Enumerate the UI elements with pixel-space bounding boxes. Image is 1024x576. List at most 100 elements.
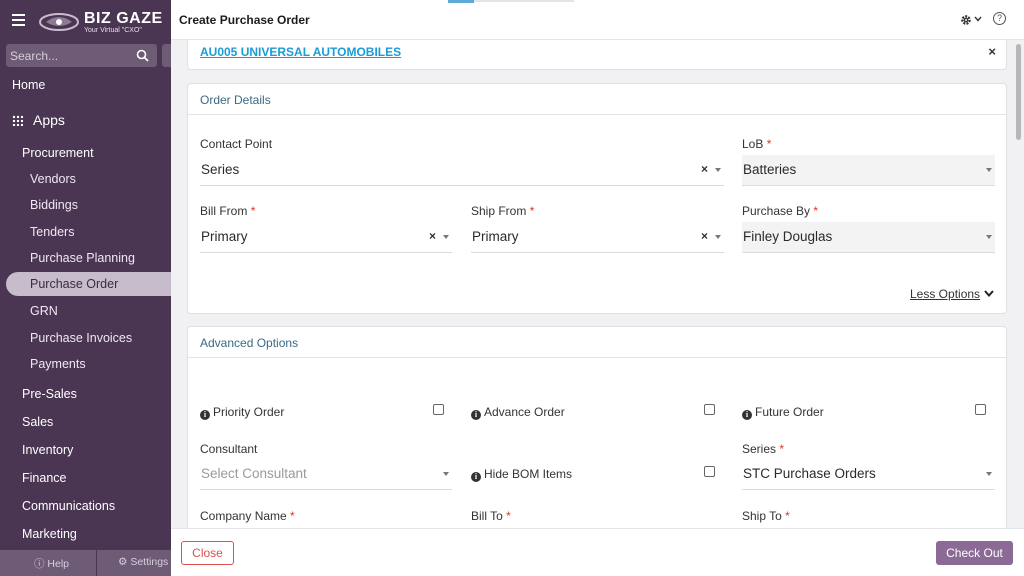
contact-point-label: Contact Point [200,137,273,151]
sidebar: BIZ GAZE Your Virtual "CXO" Home Apps Pr… [0,0,171,576]
clear-icon[interactable]: × [701,229,708,243]
search-icon[interactable] [136,49,149,62]
search-side-button[interactable] [162,44,171,67]
future-order-label: i Future Order [742,405,824,420]
close-icon[interactable]: × [988,44,996,59]
ship-from-value: Primary [472,229,519,244]
page-title: Create Purchase Order [179,13,310,27]
sidebar-item-purchase-order[interactable]: Purchase Order [6,272,171,296]
sidebar-item-pre-sales[interactable]: Pre-Sales [0,387,171,401]
gear-icon[interactable] [960,14,972,26]
purchase-by-label: Purchase By * [742,204,819,218]
series-label: Series * [742,442,785,456]
top-progress-tab [448,0,474,3]
sidebar-header: BIZ GAZE Your Virtual "CXO" [0,0,171,42]
advanced-options-header: Advanced Options [188,327,1006,358]
sidebar-item-marketing[interactable]: Marketing [0,527,171,541]
sidebar-item-purchase-planning[interactable]: Purchase Planning [0,251,171,265]
ship-from-select[interactable]: Primary × [471,222,724,253]
sidebar-item-vendors[interactable]: Vendors [0,172,171,186]
dropdown-arrow-icon[interactable] [443,472,449,476]
content-scrollbar[interactable] [1016,44,1021,140]
ship-from-label: Ship From * [471,204,535,218]
sidebar-item-finance[interactable]: Finance [0,471,171,485]
company-name-label: Company Name * [200,509,295,523]
info-icon: i [471,410,481,420]
sidebar-item-communications[interactable]: Communications [0,499,171,513]
settings-gear-icon: ⚙ [118,556,128,568]
info-icon: i [471,472,481,482]
advance-order-checkbox[interactable] [704,404,715,415]
sidebar-item-procurement[interactable]: Procurement [0,146,171,160]
help-question-icon[interactable]: ? [993,12,1006,25]
dropdown-arrow-icon[interactable] [986,472,992,476]
purchase-by-select[interactable]: Finley Douglas [742,222,995,253]
bill-to-label: Bill To * [471,509,511,523]
advanced-options-title: Advanced Options [200,336,299,350]
brand-tagline: Your Virtual "CXO" [84,27,142,34]
help-circle-icon: ⓘ [34,558,45,570]
bill-from-value: Primary [201,229,248,244]
series-select[interactable]: STC Purchase Orders [742,459,995,490]
contact-point-value: Series [201,162,240,177]
close-button[interactable]: Close [181,541,234,565]
sidebar-item-purchase-invoices[interactable]: Purchase Invoices [0,331,171,345]
dropdown-arrow-icon[interactable] [986,235,992,239]
clear-icon[interactable]: × [701,162,708,176]
search-input[interactable] [10,47,130,64]
dropdown-arrow-icon[interactable] [715,235,721,239]
lob-label: LoB * [742,137,772,151]
sidebar-item-apps[interactable]: Apps [0,112,171,128]
future-order-checkbox[interactable] [975,404,986,415]
sidebar-item-payments[interactable]: Payments [0,357,171,371]
sidebar-item-home[interactable]: Home [0,78,171,92]
sidebar-item-tenders[interactable]: Tenders [0,225,171,239]
sidebar-item-sales[interactable]: Sales [0,415,171,429]
top-progress-track [474,0,574,2]
hide-bom-items-checkbox[interactable] [704,466,715,477]
settings-button[interactable]: ⚙ Settings [118,556,168,568]
customer-link[interactable]: AU005 UNIVERSAL AUTOMOBILES [200,45,401,59]
lob-select[interactable]: Batteries [742,155,995,186]
ship-to-label: Ship To * [742,509,790,523]
dropdown-arrow-icon[interactable] [443,235,449,239]
sidebar-item-biddings[interactable]: Biddings [0,198,171,212]
help-button[interactable]: ⓘ Help [34,556,69,571]
advanced-options-card: Advanced Options i Priority Order i Advanc… [187,326,1007,528]
customer-card: AU005 UNIVERSAL AUTOMOBILES × [187,40,1007,70]
page-header: Create Purchase Order ? [171,0,1024,40]
dropdown-arrow-icon[interactable] [986,168,992,172]
consultant-label: Consultant [200,442,258,456]
order-details-card: Order Details Contact Point Series × LoB… [187,83,1007,314]
logo-mark-icon [39,13,79,31]
priority-order-checkbox[interactable] [433,404,444,415]
sidebar-footer-divider [96,550,97,576]
clear-icon[interactable]: × [429,229,436,243]
info-icon: i [742,410,752,420]
main-content: AU005 UNIVERSAL AUTOMOBILES × Order Deta… [171,40,1024,528]
apps-label: Apps [33,112,65,128]
sidebar-item-grn[interactable]: GRN [0,304,171,318]
checkout-button[interactable]: Check Out [936,541,1013,565]
purchase-by-value: Finley Douglas [743,229,833,244]
sidebar-search [6,44,157,67]
consultant-select[interactable]: Select Consultant [200,459,452,490]
less-options-link[interactable]: Less Options [910,287,980,301]
consultant-placeholder: Select Consultant [201,466,307,481]
sidebar-item-inventory[interactable]: Inventory [0,443,171,457]
dropdown-arrow-icon[interactable] [715,168,721,172]
advance-order-label: i Advance Order [471,405,565,420]
info-icon: i [200,410,210,420]
series-value: STC Purchase Orders [743,466,876,481]
hide-bom-items-label: i Hide BOM Items [471,467,572,482]
brand-name: BIZ GAZE [84,10,163,27]
chevron-down-icon[interactable] [984,290,994,297]
chevron-down-icon[interactable] [974,16,982,22]
contact-point-select[interactable]: Series × [200,155,724,186]
order-details-header: Order Details [188,84,1006,115]
hamburger-menu-icon[interactable] [12,14,25,26]
page-footer: Close Check Out [171,528,1024,576]
bill-from-select[interactable]: Primary × [200,222,452,253]
lob-value: Batteries [743,162,797,177]
priority-order-label: i Priority Order [200,405,284,420]
